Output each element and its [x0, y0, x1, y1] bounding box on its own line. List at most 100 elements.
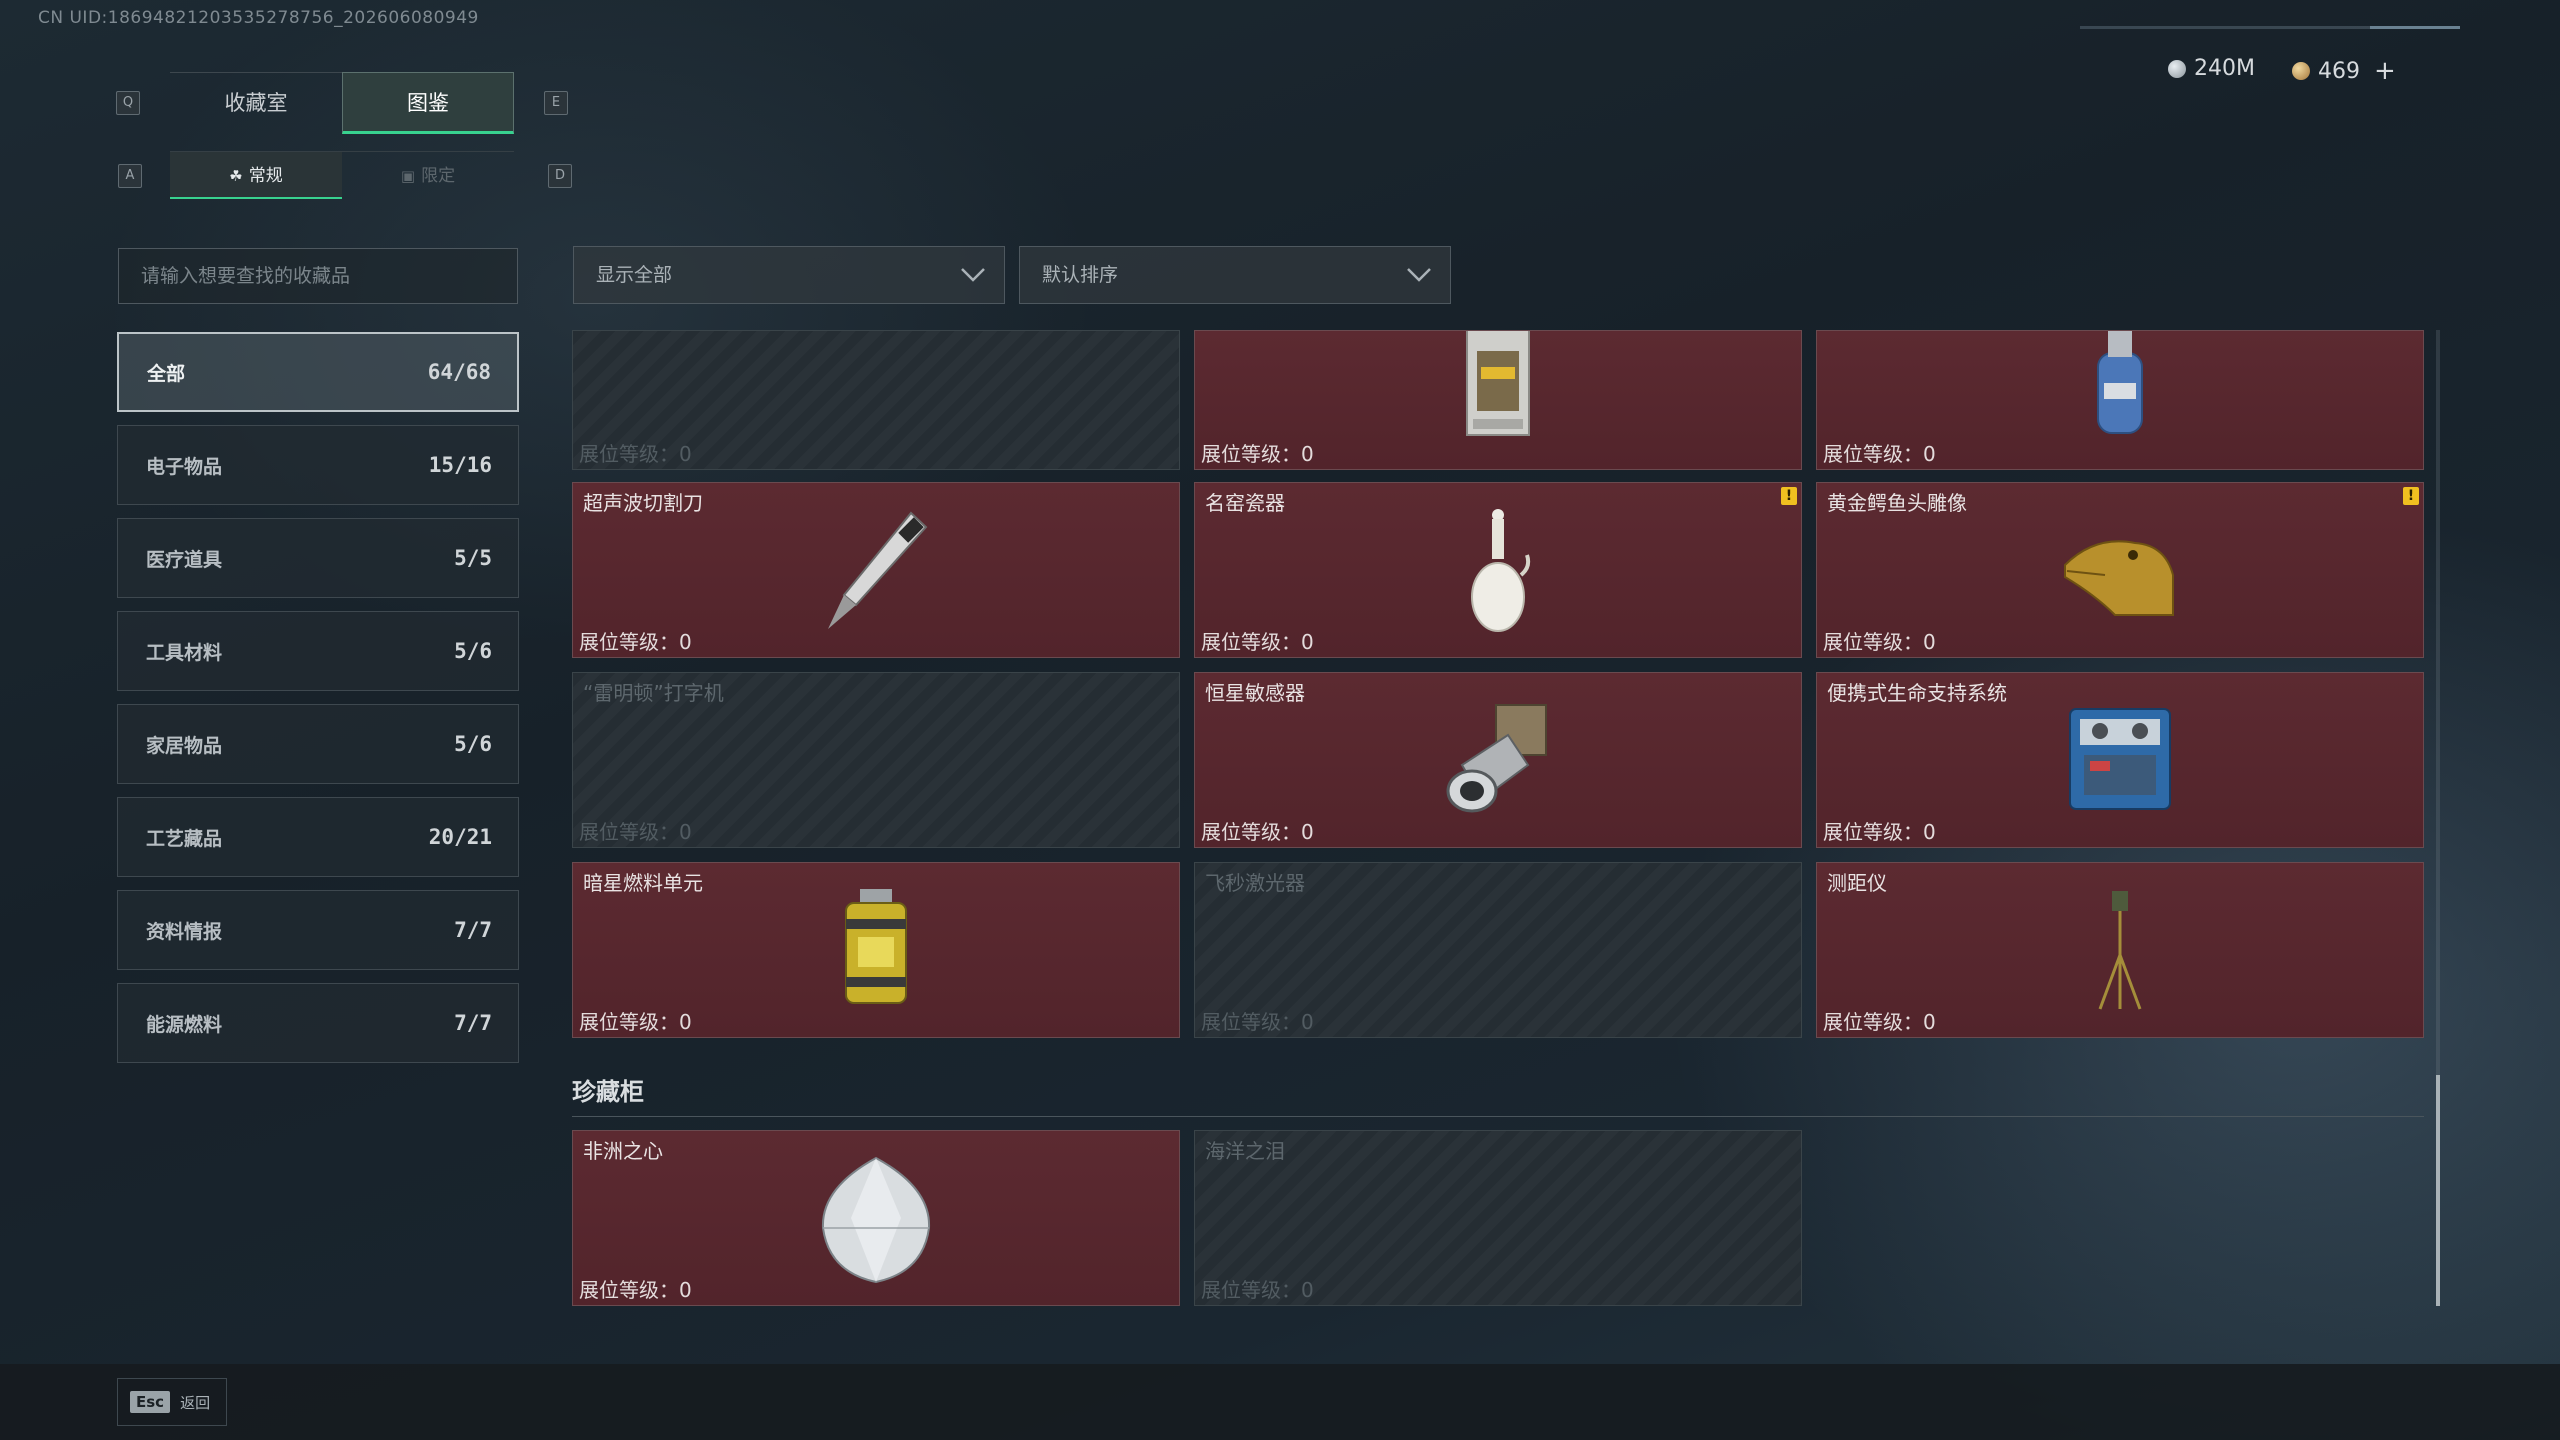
tab-regular-label: 常规 [248, 166, 283, 186]
category-all[interactable]: 全部 64/68 [117, 332, 519, 412]
category-intel[interactable]: 资料情报 7/7 [117, 890, 519, 970]
item-card[interactable]: 恒星敏感器 展位等级：0 [1194, 672, 1802, 848]
item-card[interactable]: 展位等级：0 [1816, 330, 2424, 470]
chevron-down-icon [1407, 268, 1431, 282]
item-card[interactable]: 名窑瓷器 ! 展位等级：0 [1194, 482, 1802, 658]
silver-amount: 240M [2194, 56, 2255, 81]
category-count: 64/68 [427, 360, 491, 384]
sort-dropdown-value: 默认排序 [1042, 264, 1119, 286]
category-count: 5/6 [454, 639, 492, 663]
item-level: 展位等级：0 [579, 442, 692, 466]
category-label: 工具材料 [146, 641, 223, 664]
item-card-locked[interactable]: 飞秒激光器 展位等级：0 [1194, 862, 1802, 1038]
bottom-bar [0, 1364, 2560, 1440]
silver-currency: 240M [2168, 56, 2255, 81]
item-card-locked[interactable]: “雷明顿”打字机 展位等级：0 [572, 672, 1180, 848]
category-count: 7/7 [454, 1011, 492, 1035]
sub-tabs: ☘ 常规 ▣ 限定 [170, 151, 514, 199]
item-level: 展位等级：0 [1201, 442, 1314, 466]
item-card[interactable]: 便携式生命支持系统 展位等级：0 [1816, 672, 2424, 848]
porcelain-vase-image [1471, 509, 1531, 632]
golden-crocodile-statue-image [2064, 540, 2174, 616]
gold-amount: 469 [2318, 58, 2360, 84]
scrollbar-thumb[interactable] [2436, 1075, 2440, 1306]
gold-coin-icon [2292, 62, 2310, 80]
add-currency-button[interactable]: + [2374, 56, 2396, 86]
tab-collection-room[interactable]: 收藏室 [170, 72, 342, 134]
silver-coin-icon [2168, 59, 2186, 78]
key-q-hint: Q [116, 91, 140, 115]
key-d-hint: D [548, 164, 572, 188]
item-name: “雷明顿”打字机 [583, 681, 724, 705]
image-icon: ▣ [400, 167, 416, 185]
life-support-system-image [2069, 708, 2171, 810]
category-label: 全部 [147, 362, 186, 385]
tab-limited[interactable]: ▣ 限定 [342, 151, 514, 199]
category-crafts[interactable]: 工艺藏品 20/21 [117, 797, 519, 877]
item-level: 展位等级：0 [1823, 820, 1936, 844]
item-name: 飞秒激光器 [1205, 871, 1305, 895]
top-progress-line [2080, 26, 2460, 29]
section-divider [572, 1116, 2424, 1117]
item-card[interactable]: 展位等级：0 [1194, 330, 1802, 470]
item-card[interactable]: 黄金鳄鱼头雕像 ! 展位等级：0 [1816, 482, 2424, 658]
item-card[interactable]: 测距仪 展位等级：0 [1816, 862, 2424, 1038]
sort-dropdown[interactable]: 默认排序 [1019, 246, 1451, 304]
category-electronics[interactable]: 电子物品 15/16 [117, 425, 519, 505]
category-count: 20/21 [428, 825, 492, 849]
back-label: 返回 [180, 1393, 211, 1412]
category-energy[interactable]: 能源燃料 7/7 [117, 983, 519, 1063]
tab-limited-label: 限定 [421, 166, 456, 186]
grid-scrollbar[interactable] [2436, 330, 2440, 1306]
heart-of-africa-diamond-image [821, 1156, 931, 1284]
category-label: 医疗道具 [146, 548, 223, 571]
bottle-icon: ☘ [229, 167, 243, 185]
main-tabs: 收藏室 图鉴 [170, 72, 514, 134]
item-name: 测距仪 [1827, 871, 1887, 895]
uid-label: CN UID:18694821203535278756_202606080949 [38, 8, 479, 28]
item-name: 恒星敏感器 [1205, 681, 1305, 705]
item-name: 黄金鳄鱼头雕像 [1827, 491, 1967, 515]
category-list: 全部 64/68 电子物品 15/16 医疗道具 5/5 工具材料 5/6 家居物品 5/… [117, 332, 519, 1076]
item-name: 暗星燃料单元 [583, 871, 703, 895]
gold-currency[interactable]: 469 + [2292, 56, 2396, 86]
category-label: 能源燃料 [146, 1013, 223, 1036]
back-button[interactable]: Esc 返回 [117, 1378, 227, 1426]
collection-grid: 展位等级：0 展位等级：0 展位等级：0 超声波切割刀 展位等级：0 名窑瓷器 … [572, 330, 2434, 1306]
item-level: 展位等级：0 [579, 630, 692, 654]
treasure-card[interactable]: 非洲之心 展位等级：0 [572, 1130, 1180, 1306]
dark-star-fuel-cell-image [845, 889, 907, 1004]
tab-regular[interactable]: ☘ 常规 [170, 151, 342, 199]
category-label: 电子物品 [146, 455, 223, 478]
item-card[interactable]: 超声波切割刀 展位等级：0 [572, 482, 1180, 658]
lantern-device-image [1466, 331, 1530, 437]
category-medical[interactable]: 医疗道具 5/5 [117, 518, 519, 598]
ultrasonic-knife-image [828, 511, 928, 629]
tab-codex[interactable]: 图鉴 [342, 72, 514, 134]
filter-dropdown-value: 显示全部 [596, 264, 673, 286]
item-name: 便携式生命支持系统 [1827, 681, 2007, 705]
key-e-hint: E [544, 91, 568, 115]
item-name: 海洋之泪 [1205, 1139, 1285, 1163]
chevron-down-icon [961, 268, 985, 282]
category-tools[interactable]: 工具材料 5/6 [117, 611, 519, 691]
item-level: 展位等级：0 [1201, 1010, 1314, 1034]
category-household[interactable]: 家居物品 5/6 [117, 704, 519, 784]
star-sensor-image [1446, 704, 1547, 813]
treasure-card-locked[interactable]: 海洋之泪 展位等级：0 [1194, 1130, 1802, 1306]
item-level: 展位等级：0 [1823, 442, 1936, 466]
category-label: 资料情报 [146, 920, 223, 943]
filter-dropdown[interactable]: 显示全部 [573, 246, 1005, 304]
item-level: 展位等级：0 [579, 1278, 692, 1302]
category-label: 家居物品 [146, 734, 223, 757]
item-card[interactable]: 暗星燃料单元 展位等级：0 [572, 862, 1180, 1038]
category-count: 5/5 [454, 546, 492, 570]
item-card-locked[interactable]: 展位等级：0 [572, 330, 1180, 470]
item-level: 展位等级：0 [579, 1010, 692, 1034]
esc-key-hint: Esc [130, 1391, 171, 1413]
search-input[interactable] [118, 248, 518, 304]
gas-canister-image [2097, 331, 2143, 435]
warning-icon: ! [2403, 487, 2419, 505]
category-count: 7/7 [454, 918, 492, 942]
category-count: 5/6 [454, 732, 492, 756]
